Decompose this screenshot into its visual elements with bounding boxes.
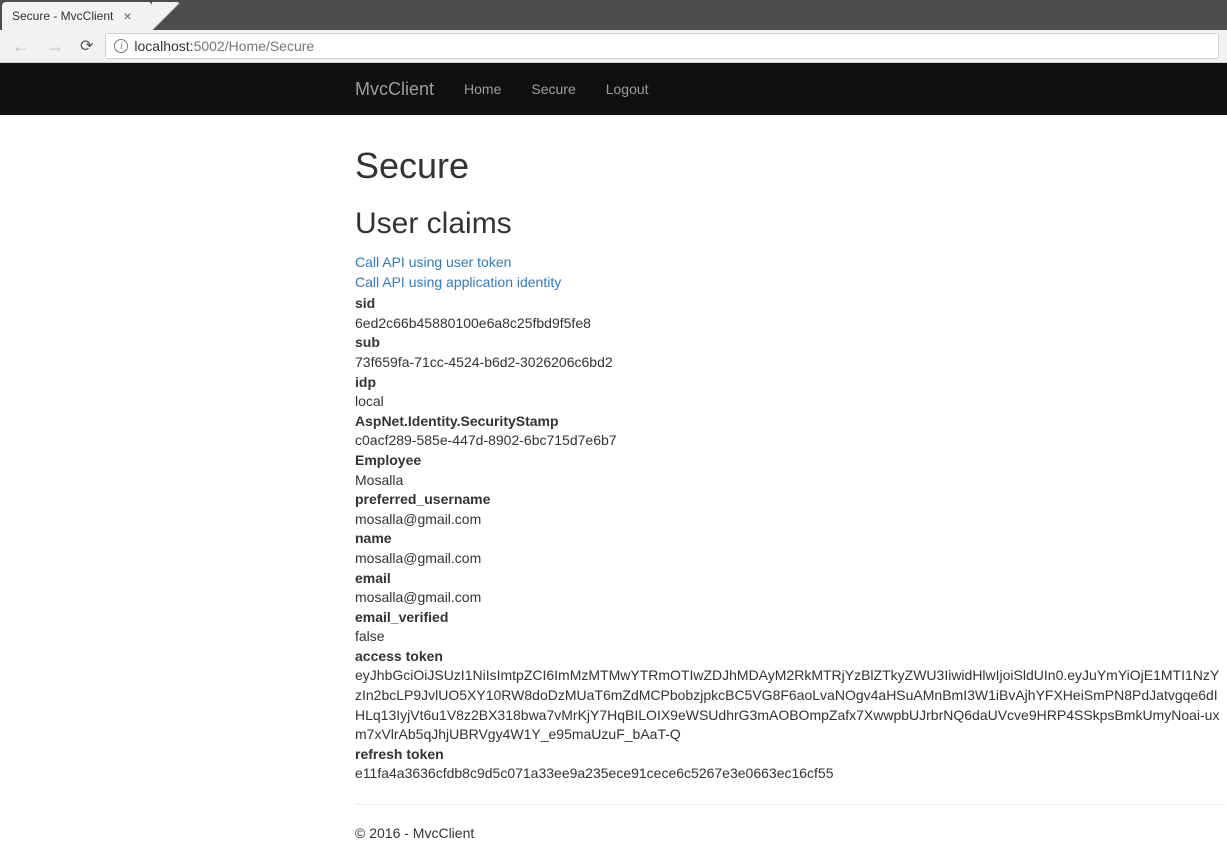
link-api-app-identity[interactable]: Call API using application identity [355, 273, 1225, 293]
claim-sid-value: 6ed2c66b45880100e6a8c25fbd9f5fe8 [355, 314, 1225, 334]
claim-email-label: email [355, 569, 1225, 589]
tab-curve [152, 2, 182, 30]
close-icon[interactable]: × [123, 8, 131, 24]
claim-securitystamp-label: AspNet.Identity.SecurityStamp [355, 412, 1225, 432]
claim-sub-value: 73f659fa-71cc-4524-b6d2-3026206c6bd2 [355, 353, 1225, 373]
app-navbar: MvcClient Home Secure Logout [0, 63, 1227, 115]
link-api-user-token[interactable]: Call API using user token [355, 253, 1225, 273]
claim-employee-value: Mosalla [355, 471, 1225, 491]
nav-logout[interactable]: Logout [606, 81, 649, 97]
navbar-brand[interactable]: MvcClient [355, 79, 434, 100]
address-bar[interactable]: i localhost:5002/Home/Secure [105, 33, 1219, 59]
url-text: localhost:5002/Home/Secure [134, 38, 314, 54]
nav-secure[interactable]: Secure [531, 81, 575, 97]
claim-idp-label: idp [355, 373, 1225, 393]
forward-icon: → [42, 36, 68, 57]
claim-preferred-username-label: preferred_username [355, 490, 1225, 510]
divider [355, 804, 1225, 805]
claim-preferred-username-value: mosalla@gmail.com [355, 510, 1225, 530]
browser-tab[interactable]: Secure - MvcClient × [2, 2, 152, 30]
claim-access-token-value: eyJhbGciOiJSUzI1NiIsImtpZCI6ImMzMTMwYTRm… [355, 666, 1225, 744]
tab-title: Secure - MvcClient [12, 9, 113, 23]
back-icon[interactable]: ← [8, 36, 34, 57]
claim-employee-label: Employee [355, 451, 1225, 471]
claim-name-label: name [355, 529, 1225, 549]
page-title: Secure [355, 145, 1225, 187]
browser-toolbar: ← → ⟳ i localhost:5002/Home/Secure [0, 30, 1227, 63]
claim-idp-value: local [355, 392, 1225, 412]
claim-email-value: mosalla@gmail.com [355, 588, 1225, 608]
claim-email-verified-label: email_verified [355, 608, 1225, 628]
claim-email-verified-value: false [355, 627, 1225, 647]
claim-access-token-label: access token [355, 647, 1225, 667]
claims-list: sid 6ed2c66b45880100e6a8c25fbd9f5fe8 sub… [355, 294, 1225, 784]
claim-sid-label: sid [355, 294, 1225, 314]
claim-name-value: mosalla@gmail.com [355, 549, 1225, 569]
claim-sub-label: sub [355, 333, 1225, 353]
info-icon[interactable]: i [114, 39, 128, 53]
reload-icon[interactable]: ⟳ [76, 36, 97, 56]
page-subtitle: User claims [355, 207, 1225, 241]
main-content: Secure User claims Call API using user t… [0, 115, 1227, 861]
nav-home[interactable]: Home [464, 81, 501, 97]
browser-tab-strip: Secure - MvcClient × [0, 0, 1227, 30]
claim-refresh-token-value: e11fa4a3636cfdb8c9d5c071a33ee9a235ece91c… [355, 764, 1225, 784]
footer-text: © 2016 - MvcClient [355, 825, 1225, 841]
claim-refresh-token-label: refresh token [355, 745, 1225, 765]
claim-securitystamp-value: c0acf289-585e-447d-8902-6bc715d7e6b7 [355, 431, 1225, 451]
